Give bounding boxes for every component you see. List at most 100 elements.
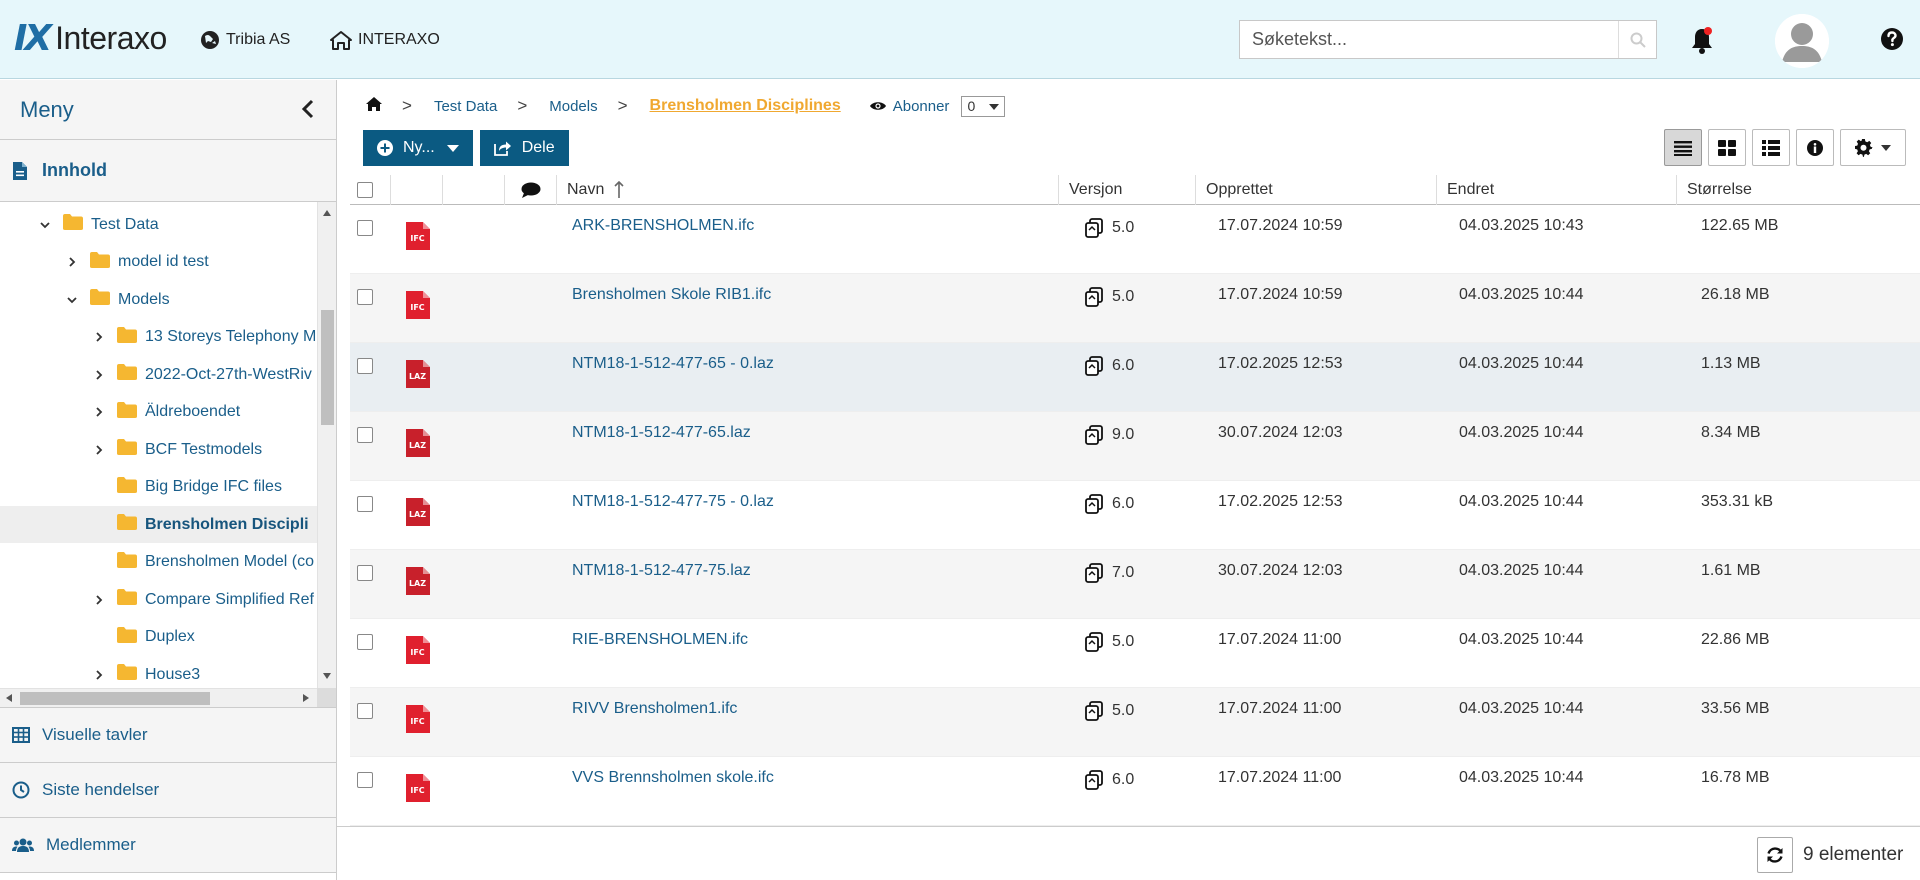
- row-checkbox[interactable]: [357, 480, 373, 528]
- info-button[interactable]: [1796, 129, 1834, 166]
- notifications-button[interactable]: [1689, 25, 1715, 60]
- tree-horizontal-scrollbar[interactable]: [0, 688, 318, 707]
- tree-item[interactable]: Compare Simplified Ref: [0, 581, 318, 618]
- table-row[interactable]: IFC Brensholmen Skole RIB1.ifc 5.0 17.07.20…: [350, 274, 1920, 343]
- refresh-button[interactable]: [1757, 837, 1793, 873]
- select-all-checkbox[interactable]: [357, 182, 373, 198]
- row-checkbox[interactable]: [357, 204, 373, 252]
- tree-item[interactable]: Äldreboendet: [0, 394, 318, 431]
- file-name-link[interactable]: NTM18-1-512-477-65 - 0.laz: [572, 340, 774, 388]
- folder-icon: [116, 476, 138, 499]
- header-name-column[interactable]: Navn: [556, 175, 1036, 205]
- brand-logo[interactable]: IX Interaxo: [14, 18, 167, 59]
- new-button[interactable]: Ny...: [363, 130, 473, 166]
- created-date: 17.02.2025 12:53: [1218, 493, 1343, 510]
- breadcrumb-item-models[interactable]: Models: [549, 98, 597, 115]
- chevron-right-icon[interactable]: [61, 256, 83, 268]
- tree-item[interactable]: Duplex: [0, 619, 318, 656]
- chevron-down-icon[interactable]: [61, 294, 83, 306]
- tree-item[interactable]: Models: [0, 281, 318, 318]
- org-switcher[interactable]: Tribia AS: [200, 30, 290, 50]
- search-button[interactable]: [1618, 21, 1656, 58]
- sidebar-link-recent-events[interactable]: Siste hendelser: [0, 763, 336, 818]
- chevron-right-icon[interactable]: [88, 444, 110, 456]
- file-name-link[interactable]: RIE-BRENSHOLMEN.ifc: [572, 616, 748, 664]
- tree-item[interactable]: Brensholmen Discipli: [0, 506, 318, 543]
- table-row[interactable]: IFC RIE-BRENSHOLMEN.ifc 5.0 17.07.2024 11:0…: [350, 619, 1920, 688]
- table-row[interactable]: LAZ NTM18-1-512-477-75.laz 7.0 30.07.2024 1…: [350, 550, 1920, 619]
- scroll-left-icon[interactable]: [6, 694, 12, 702]
- tree-item[interactable]: BCF Testmodels: [0, 431, 318, 468]
- breadcrumb-home[interactable]: [366, 97, 382, 115]
- comment-icon: [521, 182, 540, 198]
- tree-item[interactable]: Brensholmen Model (co: [0, 544, 318, 581]
- sidebar-link-visual-boards[interactable]: Visuelle tavler: [0, 708, 336, 763]
- row-checkbox[interactable]: [357, 342, 373, 390]
- row-checkbox[interactable]: [357, 756, 373, 804]
- caret-down-icon: [1881, 144, 1891, 151]
- subscribe-button[interactable]: Abonner: [869, 98, 949, 115]
- row-checkbox[interactable]: [357, 687, 373, 735]
- row-checkbox[interactable]: [357, 273, 373, 321]
- settings-dropdown-button[interactable]: [1840, 129, 1906, 166]
- file-name-link[interactable]: RIVV Brensholmen1.ifc: [572, 685, 737, 733]
- grid-view-button[interactable]: [1708, 129, 1746, 166]
- file-name-link[interactable]: ARK-BRENSHOLMEN.ifc: [572, 202, 754, 250]
- scroll-down-icon[interactable]: [323, 673, 331, 679]
- sidebar-link-members[interactable]: Medlemmer: [0, 818, 336, 873]
- table-row[interactable]: IFC RIVV Brensholmen1.ifc 5.0 17.07.2024 11…: [350, 688, 1920, 757]
- header-version-column[interactable]: Versjon: [1058, 175, 1195, 205]
- header-modified-column[interactable]: Endret: [1436, 175, 1676, 205]
- tree-item[interactable]: model id test: [0, 244, 318, 281]
- table-row[interactable]: IFC VVS Brennsholmen skole.ifc 6.0 17.07.20…: [350, 757, 1920, 826]
- header-comments-column[interactable]: [504, 175, 556, 205]
- tree-item[interactable]: Test Data: [0, 206, 318, 243]
- collapse-menu-button[interactable]: [300, 98, 316, 126]
- header-size-label: Størrelse: [1687, 181, 1752, 198]
- breadcrumb-current[interactable]: Brensholmen Disciplines: [650, 97, 841, 115]
- chevron-right-icon[interactable]: [88, 369, 110, 381]
- file-name-link[interactable]: NTM18-1-512-477-75 - 0.laz: [572, 478, 774, 526]
- tree-item[interactable]: 2022-Oct-27th-WestRiv: [0, 356, 318, 393]
- tree-vertical-scroll-thumb[interactable]: [321, 310, 334, 425]
- tree-item[interactable]: 13 Storeys Telephony M: [0, 319, 318, 356]
- header-size-column[interactable]: Størrelse: [1676, 175, 1920, 205]
- search-input[interactable]: [1240, 21, 1618, 58]
- table-row[interactable]: LAZ NTM18-1-512-477-75 - 0.laz 6.0 17.02.20…: [350, 481, 1920, 550]
- row-checkbox[interactable]: [357, 411, 373, 459]
- file-name-link[interactable]: Brensholmen Skole RIB1.ifc: [572, 271, 771, 319]
- avatar[interactable]: [1775, 14, 1829, 68]
- file-name-link[interactable]: NTM18-1-512-477-65.laz: [572, 409, 751, 457]
- help-button[interactable]: [1880, 27, 1904, 56]
- breadcrumb-item-test-data[interactable]: Test Data: [434, 98, 497, 115]
- content-label: Innhold: [42, 160, 107, 180]
- header-created-column[interactable]: Opprettet: [1195, 175, 1436, 205]
- table-row[interactable]: LAZ NTM18-1-512-477-65 - 0.laz 6.0 17.02.20…: [350, 343, 1920, 412]
- chevron-right-icon[interactable]: [88, 669, 110, 681]
- home-link[interactable]: INTERAXO: [330, 30, 440, 50]
- tree-item[interactable]: Big Bridge IFC files: [0, 469, 318, 506]
- content-section[interactable]: Innhold: [0, 140, 336, 202]
- scroll-right-icon[interactable]: [303, 694, 309, 702]
- row-checkbox[interactable]: [357, 618, 373, 666]
- scroll-up-icon[interactable]: [323, 210, 331, 216]
- folder-tree: Test Data model id test Models 13 Storeys T…: [0, 202, 318, 688]
- list-view-button[interactable]: [1664, 129, 1702, 166]
- file-name-link[interactable]: VVS Brennsholmen skole.ifc: [572, 754, 774, 802]
- row-checkbox[interactable]: [357, 549, 373, 597]
- chevron-right-icon[interactable]: [88, 594, 110, 606]
- table-row[interactable]: LAZ NTM18-1-512-477-65.laz 9.0 30.07.2024 1…: [350, 412, 1920, 481]
- chevron-right-icon[interactable]: [88, 331, 110, 343]
- file-name-link[interactable]: NTM18-1-512-477-75.laz: [572, 547, 751, 595]
- chevron-right-icon[interactable]: [88, 406, 110, 418]
- tree-horizontal-scroll-thumb[interactable]: [20, 692, 210, 705]
- subscriber-count-select[interactable]: 0: [961, 95, 1006, 117]
- menu-header: Meny: [0, 80, 336, 140]
- tree-item[interactable]: House3: [0, 656, 318, 688]
- share-button-label: Dele: [521, 139, 555, 156]
- share-button[interactable]: Dele: [479, 130, 569, 166]
- tree-vertical-scrollbar[interactable]: [317, 202, 336, 688]
- table-row[interactable]: IFC ARK-BRENSHOLMEN.ifc 5.0 17.07.2024 10:5…: [350, 205, 1920, 274]
- chevron-down-icon[interactable]: [34, 219, 56, 231]
- detail-view-button[interactable]: [1752, 129, 1790, 166]
